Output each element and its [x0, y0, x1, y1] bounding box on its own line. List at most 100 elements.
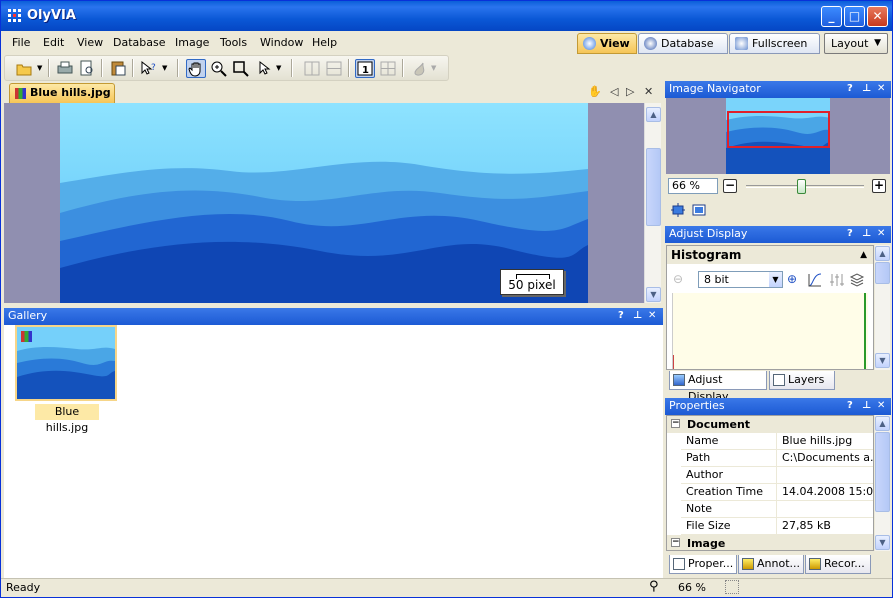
color-dropdown[interactable]: ▼ — [429, 59, 439, 78]
properties-help-button[interactable]: ? — [847, 398, 853, 414]
close-document-icon[interactable]: ✕ — [644, 85, 653, 98]
tab-records[interactable]: Recor... — [805, 555, 871, 574]
bit-depth-value: 8 bit — [704, 273, 729, 286]
scroll-up-arrow[interactable]: ▲ — [646, 107, 661, 122]
scroll-down-arrow[interactable]: ▼ — [875, 535, 890, 550]
chevron-right-icon[interactable]: ▷ — [626, 85, 634, 98]
help-dropdown[interactable]: ▼ — [160, 59, 170, 78]
property-row[interactable]: Path C:\Documents a... — [681, 450, 873, 467]
fit-to-window-button[interactable] — [670, 202, 686, 218]
category-document[interactable]: − Document — [667, 416, 873, 433]
properties-pin-button[interactable]: ⊥ — [862, 398, 871, 414]
select-tool-button[interactable] — [254, 59, 274, 78]
open-button[interactable] — [15, 59, 35, 78]
dropdown-arrow-icon: ▼ — [162, 64, 168, 72]
menu-file[interactable]: File — [12, 36, 30, 49]
navigator-help-button[interactable]: ? — [847, 81, 853, 97]
histogram-header[interactable]: Histogram ▲ — [667, 246, 873, 264]
tab-blue-hills[interactable]: Blue hills.jpg — [9, 83, 115, 103]
collapse-minus-icon[interactable]: − — [671, 538, 680, 547]
scroll-thumb[interactable] — [875, 262, 890, 284]
navigator-overview[interactable] — [666, 98, 890, 174]
zoom-slider-knob[interactable] — [797, 179, 806, 194]
hand-icon[interactable]: ✋ — [588, 85, 602, 98]
properties-close-button[interactable]: ✕ — [877, 398, 885, 414]
menu-view[interactable]: View — [77, 36, 103, 49]
histogram-title: Histogram — [671, 248, 742, 262]
single-view-button[interactable]: 1 — [355, 59, 375, 78]
zoom-out-histogram-icon[interactable]: ⊖ — [673, 272, 683, 286]
select-dropdown[interactable]: ▼ — [274, 59, 284, 78]
scale-bar-line — [516, 274, 550, 279]
close-button[interactable]: ✕ — [867, 6, 888, 27]
image-vertical-scrollbar[interactable]: ▲ ▼ — [644, 103, 661, 303]
adjust-help-button[interactable]: ? — [847, 226, 853, 242]
gallery-thumbnail[interactable] — [15, 325, 117, 401]
viewport-indicator[interactable] — [727, 111, 830, 148]
magnifier-icon: ⚲ — [649, 579, 659, 594]
menu-database[interactable]: Database — [113, 36, 166, 49]
menu-edit[interactable]: Edit — [43, 36, 64, 49]
tab-fullscreen[interactable]: Fullscreen — [729, 33, 820, 54]
property-row[interactable]: File Size 27,85 kB — [681, 518, 873, 535]
adjust-close-button[interactable]: ✕ — [877, 226, 885, 242]
zoom-rect-button[interactable] — [231, 59, 251, 78]
navigator-pin-button[interactable]: ⊥ — [862, 81, 871, 97]
tab-annotations[interactable]: Annot... — [738, 555, 804, 574]
zoom-in-histogram-icon[interactable]: ⊕ — [787, 272, 797, 286]
tab-layers[interactable]: Layers — [769, 371, 835, 390]
category-image[interactable]: − Image — [667, 535, 873, 550]
levels-icon[interactable] — [829, 272, 845, 288]
maximize-button[interactable]: □ — [844, 6, 865, 27]
minimize-button[interactable]: _ — [821, 6, 842, 27]
paste-button[interactable] — [108, 59, 128, 78]
actual-size-button[interactable] — [691, 202, 707, 218]
image-viewport[interactable]: 50 pixel — [4, 103, 644, 303]
tab-adjust-display[interactable]: Adjust Display — [669, 371, 767, 403]
property-row[interactable]: Author — [681, 467, 873, 484]
help-pointer-button[interactable]: ? — [139, 59, 159, 78]
print-button[interactable] — [55, 59, 75, 78]
adjust-pin-button[interactable]: ⊥ — [862, 226, 871, 242]
gallery-help-button[interactable]: ? — [618, 308, 624, 324]
scroll-down-arrow[interactable]: ▼ — [646, 287, 661, 302]
scroll-thumb[interactable] — [875, 432, 890, 512]
histogram-green-channel — [864, 293, 866, 369]
zoom-input[interactable]: 66 % — [668, 178, 718, 194]
tab-view[interactable]: View — [577, 33, 637, 54]
menu-tools[interactable]: Tools — [220, 36, 247, 49]
scroll-up-arrow[interactable]: ▲ — [875, 416, 890, 431]
menu-image[interactable]: Image — [175, 36, 209, 49]
menu-window[interactable]: Window — [260, 36, 303, 49]
color-tool-button[interactable] — [409, 59, 429, 78]
collapse-minus-icon[interactable]: − — [671, 419, 680, 428]
zoom-out-button[interactable]: − — [723, 179, 737, 193]
tile-horizontal-button[interactable] — [324, 59, 344, 78]
zoom-tool-button[interactable] — [209, 59, 229, 78]
adjust-scrollbar[interactable]: ▲ ▼ — [875, 245, 890, 370]
zoom-in-button[interactable]: + — [872, 179, 886, 193]
gallery-pin-button[interactable]: ⊥ — [633, 308, 642, 324]
tile-vertical-button[interactable] — [302, 59, 322, 78]
menu-help[interactable]: Help — [312, 36, 337, 49]
tab-properties[interactable]: Proper... — [669, 555, 737, 574]
navigator-close-button[interactable]: ✕ — [877, 81, 885, 97]
property-row[interactable]: Creation Time 14.04.2008 15:0... — [681, 484, 873, 501]
properties-scrollbar[interactable]: ▲ ▼ — [875, 415, 890, 551]
property-row[interactable]: Name Blue hills.jpg — [681, 433, 873, 450]
curve-icon[interactable] — [807, 272, 823, 288]
grid-view-button[interactable] — [378, 59, 398, 78]
scroll-thumb[interactable] — [646, 148, 661, 226]
gallery-close-button[interactable]: ✕ — [648, 308, 656, 324]
tab-database[interactable]: Database — [638, 33, 728, 54]
property-row[interactable]: Note — [681, 501, 873, 518]
layout-dropdown[interactable]: Layout ▼ — [824, 33, 888, 54]
scroll-down-arrow[interactable]: ▼ — [875, 353, 890, 368]
bit-depth-select[interactable]: 8 bit ▼ — [698, 271, 783, 288]
layers-stack-icon[interactable] — [849, 272, 865, 288]
open-dropdown[interactable]: ▼ — [35, 59, 45, 78]
pan-tool-button[interactable] — [186, 59, 206, 78]
scroll-up-arrow[interactable]: ▲ — [875, 246, 890, 261]
chevron-left-icon[interactable]: ◁ — [610, 85, 618, 98]
print-preview-button[interactable] — [77, 59, 97, 78]
